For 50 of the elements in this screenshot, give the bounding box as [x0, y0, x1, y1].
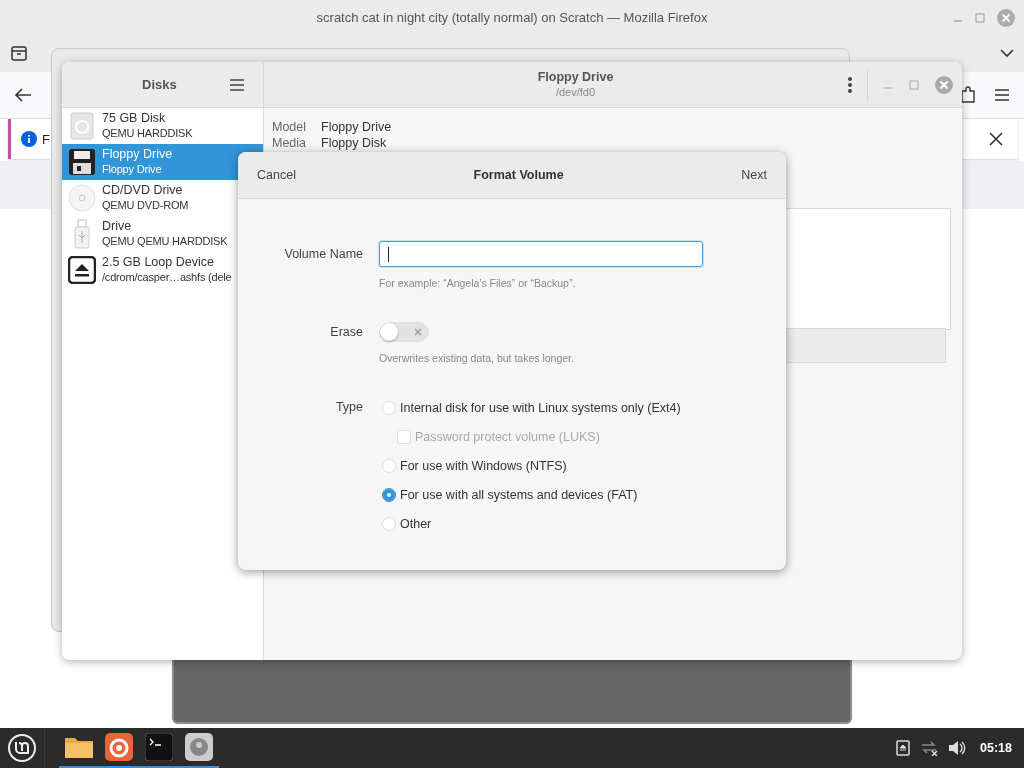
radio-button[interactable] — [382, 488, 396, 502]
eject-icon[interactable] — [896, 740, 910, 756]
drive-item[interactable]: CD/DVD Drive QEMU DVD-ROM — [62, 180, 238, 216]
menu-icon[interactable] — [229, 77, 245, 92]
eject-icon — [68, 256, 96, 284]
option-label: For use with all systems and devices (FAT) — [400, 487, 638, 504]
option-label: Internal disk for use with Linux systems only (Ext4) — [400, 400, 681, 417]
terminal-icon — [145, 733, 173, 761]
chevron-down-icon[interactable] — [1000, 48, 1014, 58]
option-label: Password protect volume (LUKS) — [415, 429, 600, 446]
toggle-switch[interactable] — [379, 322, 429, 342]
network-disconnected-icon[interactable] — [920, 740, 938, 756]
cancel-button[interactable]: Cancel — [246, 162, 307, 188]
next-button[interactable]: Next — [730, 162, 778, 188]
tray-icon[interactable] — [10, 44, 28, 62]
drive-item[interactable]: 2.5 GB Loop Device /cdrom/casper…ashfs (dele — [62, 252, 238, 288]
more-options-icon[interactable] — [847, 75, 853, 94]
window-title: Floppy Drive — [537, 69, 614, 85]
folder-icon — [64, 735, 94, 759]
window-subtitle: /dev/fd0 — [555, 84, 596, 100]
field-label: Type — [334, 399, 363, 416]
detail-label: Media — [272, 136, 308, 151]
window-title: scratch cat in night city (totally normal) on Scratch — Mozilla Firefox — [316, 9, 708, 25]
back-arrow-icon[interactable] — [14, 87, 32, 103]
info-icon — [21, 131, 37, 147]
field-label: Erase — [329, 324, 363, 341]
firefox-icon — [105, 733, 133, 761]
dialog-title: Format Volume — [473, 168, 564, 182]
puzzle-icon[interactable] — [960, 86, 976, 104]
detail-value: Floppy Disk — [321, 136, 388, 151]
usb-drive-icon — [74, 219, 90, 249]
field-label: Volume Name — [283, 246, 363, 263]
input-field[interactable] — [379, 241, 703, 267]
volume-icon[interactable] — [948, 740, 966, 756]
notification-text: F — [42, 131, 50, 147]
menu-logo-icon[interactable] — [7, 733, 37, 763]
clock: 05:18 — [980, 741, 1012, 755]
cross-icon — [413, 327, 423, 337]
disc-icon — [68, 184, 96, 212]
option-label: For use with Windows (NTFS) — [400, 458, 567, 475]
sidebar-title: Disks — [142, 77, 177, 92]
hint-text: For example: “Angela's Files” or “Backup”. — [379, 277, 577, 289]
drive-item[interactable]: 75 GB Disk QEMU HARDDISK — [62, 108, 238, 144]
close-icon[interactable] — [988, 131, 1004, 147]
option-label: Other — [400, 516, 432, 533]
drive-item[interactable]: Drive QEMU QEMU HARDDISK — [62, 216, 238, 252]
hint-text: Overwrites existing data, but takes longer. — [379, 352, 575, 364]
menu-icon[interactable] — [994, 88, 1010, 102]
detail-value: Floppy Drive — [321, 120, 393, 135]
detail-label: Model — [272, 120, 308, 135]
